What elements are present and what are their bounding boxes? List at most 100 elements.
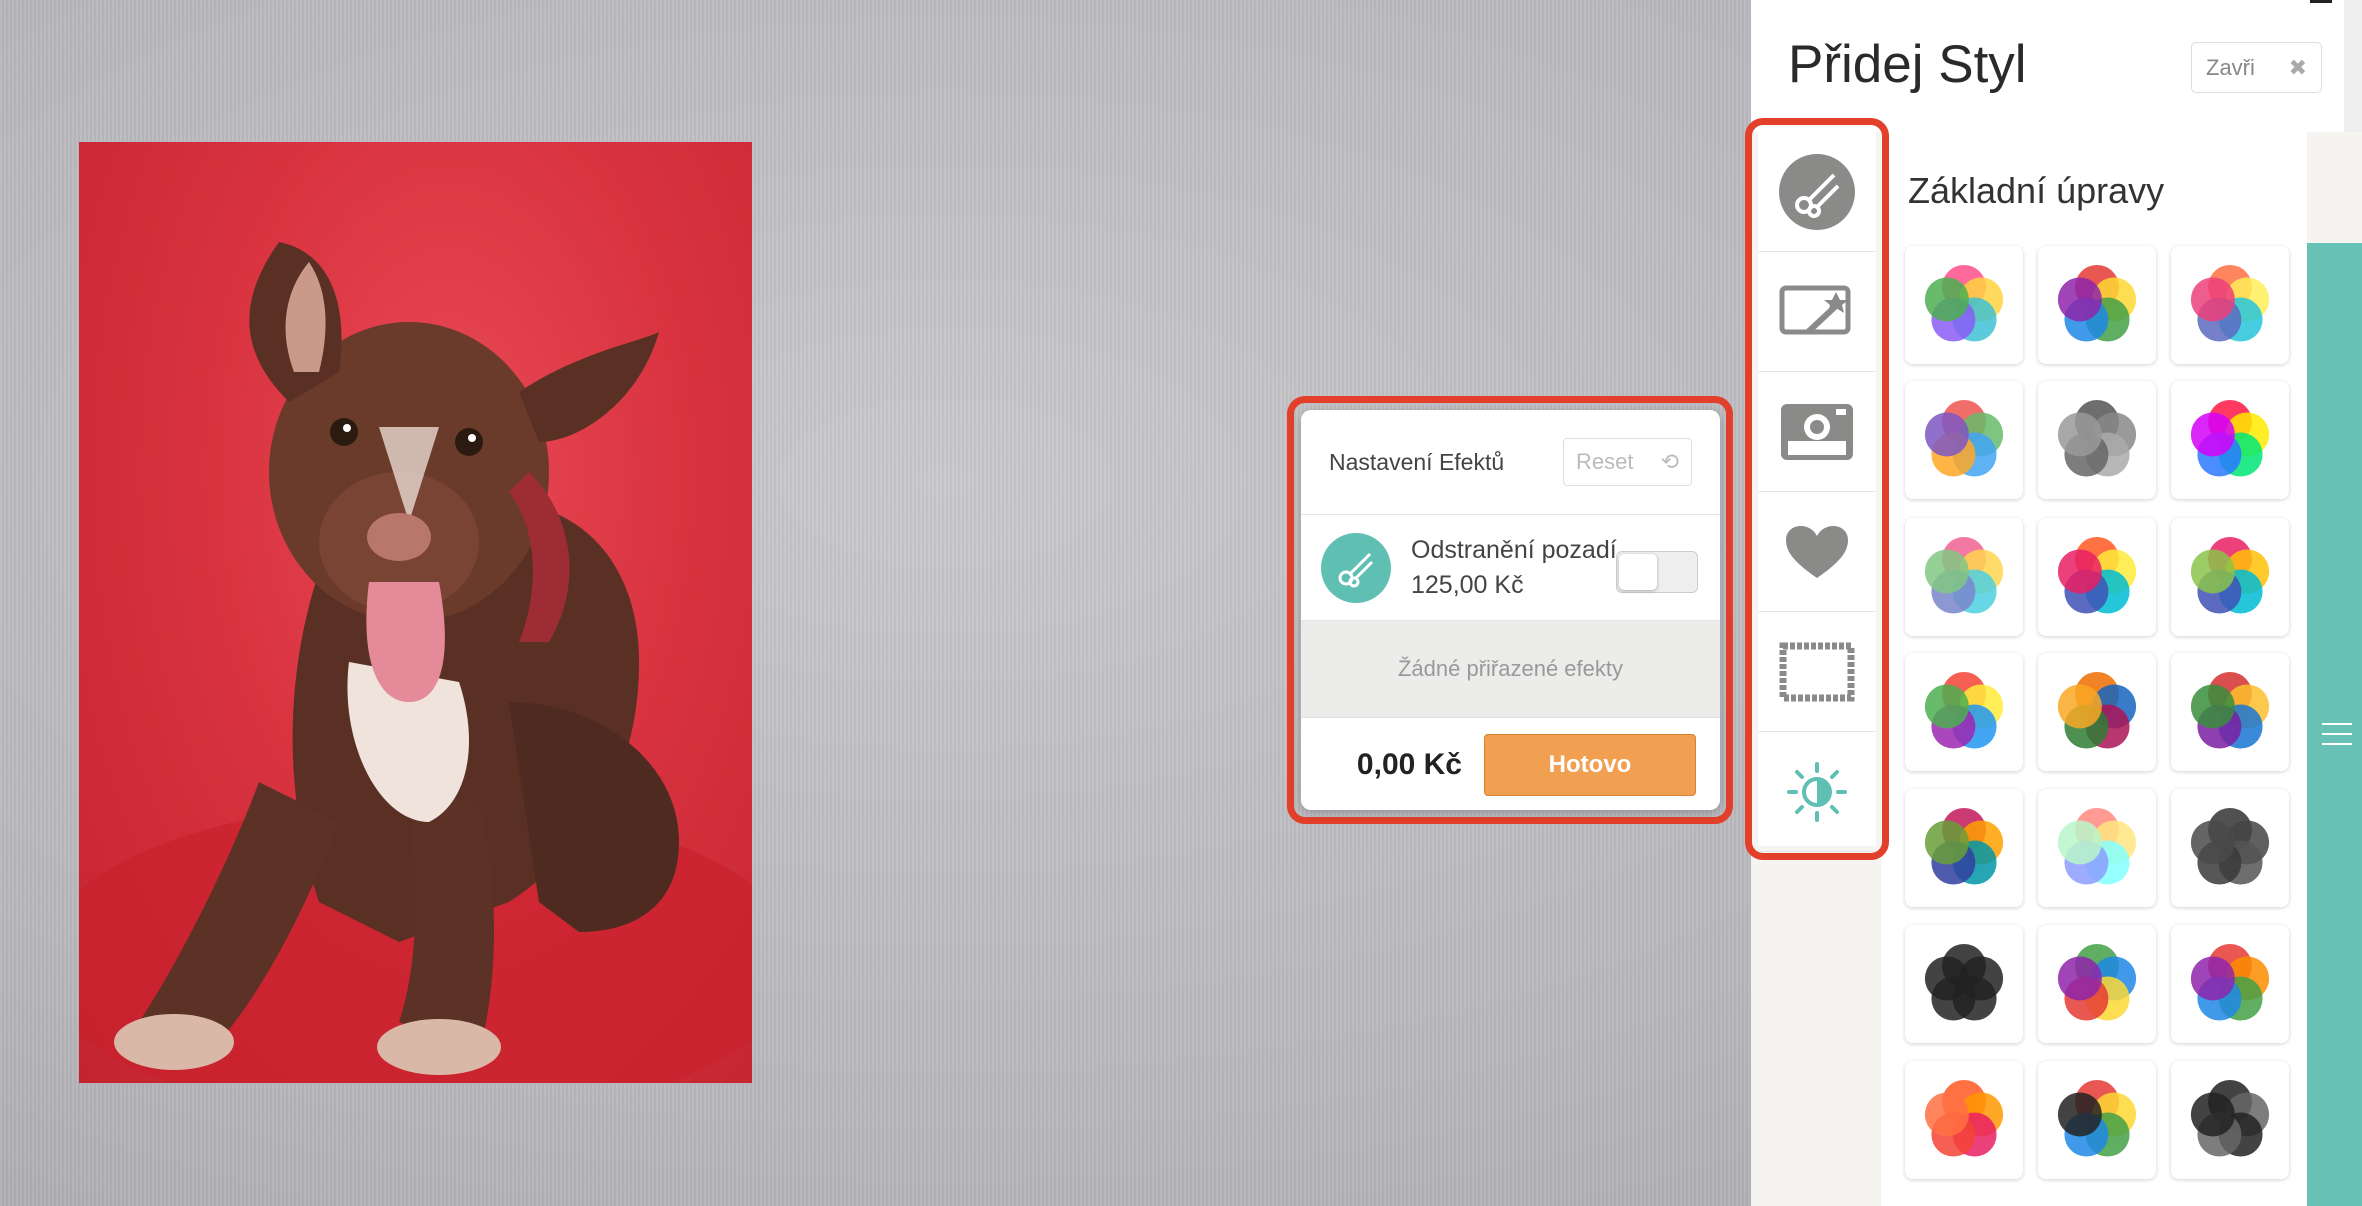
style-tile[interactable] [2171, 925, 2289, 1043]
warm-flower-icon [2057, 537, 2137, 614]
close-button[interactable]: Zavři ✖ [2191, 42, 2322, 93]
menu-icon[interactable] [2322, 723, 2352, 753]
scissors-icon [1779, 153, 1855, 230]
bright-flower-icon [2190, 265, 2270, 342]
line-flower-icon [2190, 1080, 2270, 1157]
style-tile[interactable] [2038, 1061, 2156, 1179]
pixel-flower-icon [2190, 537, 2270, 614]
style-tile[interactable] [2038, 381, 2156, 499]
category-sidebar [1758, 132, 1876, 852]
style-tile[interactable] [1905, 246, 2023, 364]
petal [2057, 412, 2102, 457]
petal [1924, 956, 1969, 1001]
polaroid-camera-icon [1781, 403, 1853, 460]
refresh-icon: ⟲ [1660, 449, 1679, 474]
style-tile[interactable] [2038, 925, 2156, 1043]
style-tile[interactable] [2038, 789, 2156, 907]
no-effects-message: Žádné přiřazené efekty [1301, 621, 1720, 718]
petal [2057, 956, 2102, 1001]
spiral-flower-icon [2190, 944, 2270, 1021]
contrast-sun-icon [1787, 761, 1847, 822]
effects-header: Nastavení Efektů Reset ⟲ [1301, 410, 1720, 515]
effects-settings-panel: Nastavení Efektů Reset ⟲ Odstranění poza… [1301, 410, 1720, 810]
style-tile[interactable] [1905, 653, 2023, 771]
rainbow-flower-icon [1924, 265, 2004, 342]
reset-button[interactable]: Reset ⟲ [1563, 438, 1692, 486]
style-tile[interactable] [2171, 1061, 2289, 1179]
style-tile[interactable] [1905, 381, 2023, 499]
soft-flower-icon [1924, 537, 2004, 614]
dots-flower-icon [1924, 672, 2004, 749]
petal [2190, 820, 2235, 865]
style-tile[interactable] [2038, 518, 2156, 636]
petal [2057, 277, 2102, 322]
petal [1924, 549, 1969, 594]
category-background-removal[interactable] [1758, 132, 1876, 252]
close-label: Zavři [2206, 54, 2255, 80]
done-button[interactable]: Hotovo [1484, 734, 1696, 796]
petal [2057, 549, 2102, 594]
toggle-knob [1619, 554, 1657, 590]
reset-label: Reset [1576, 449, 1634, 474]
section-title: Základní úpravy [1908, 170, 2165, 211]
petal [2057, 820, 2102, 865]
stripes-flower-icon [1924, 808, 2004, 885]
minimize-icon[interactable] [2310, 0, 2332, 3]
style-tile[interactable] [2171, 246, 2289, 364]
swirl-flower-icon [1924, 944, 2004, 1021]
total-price: 0,00 Kč [1356, 748, 1462, 781]
petal [2190, 549, 2235, 594]
grayscale-flower-icon [2057, 400, 2137, 477]
halftone-flower-icon [2057, 1080, 2137, 1157]
petal [2190, 956, 2235, 1001]
style-tile[interactable] [2171, 789, 2289, 907]
petal [2190, 684, 2235, 729]
petal [1924, 277, 1969, 322]
style-tile[interactable] [1905, 1061, 2023, 1179]
stamp-frame-icon [1779, 642, 1855, 701]
close-icon: ✖ [2288, 54, 2307, 80]
effect-name: Odstranění pozadí [1411, 535, 1617, 564]
petal [2057, 684, 2102, 729]
petal [1924, 820, 1969, 865]
effects-footer: 0,00 Kč Hotovo [1301, 718, 1720, 810]
blur-flower-icon [2057, 808, 2137, 885]
style-tile[interactable] [2171, 653, 2289, 771]
style-tile[interactable] [2038, 246, 2156, 364]
category-frames[interactable] [1758, 612, 1876, 732]
petal [2190, 1092, 2235, 1137]
style-tile[interactable] [1905, 789, 2023, 907]
petal [2190, 412, 2235, 457]
scrollbar[interactable] [2344, 0, 2362, 132]
style-tile[interactable] [2171, 381, 2289, 499]
category-favorites[interactable] [1758, 492, 1876, 612]
petal [2190, 277, 2235, 322]
saturated-flower-icon [2190, 400, 2270, 477]
dark-flower-icon [2190, 808, 2270, 885]
dog-image [79, 242, 752, 1083]
mosaic-flower-icon [2057, 672, 2137, 749]
category-magic[interactable] [1758, 252, 1876, 372]
category-basic-adjustments[interactable] [1758, 732, 1876, 852]
petal [2057, 1092, 2102, 1137]
vivid-flower-icon [2057, 265, 2137, 342]
panel-header: Přidej Styl Zavři ✖ [1751, 0, 2362, 132]
photo-canvas[interactable] [79, 142, 752, 1083]
panel-title: Přidej Styl [1788, 35, 2027, 94]
petal [1924, 1092, 1969, 1137]
scissors-icon [1321, 532, 1391, 603]
effect-toggle[interactable] [1616, 551, 1698, 593]
petal [1924, 412, 1969, 457]
effect-text: Odstranění pozadí 125,00 Kč [1411, 533, 1617, 603]
style-tile[interactable] [2038, 653, 2156, 771]
petal [1924, 684, 1969, 729]
kaleidoscope-flower-icon [2057, 944, 2137, 1021]
style-tile[interactable] [2171, 518, 2289, 636]
category-frames-photo[interactable] [1758, 372, 1876, 492]
cool-flower-icon [1924, 400, 2004, 477]
style-tile[interactable] [1905, 925, 2023, 1043]
effects-title: Nastavení Efektů [1329, 448, 1505, 475]
style-tile[interactable] [1905, 518, 2023, 636]
orange-flower-icon [1924, 1080, 2004, 1157]
effect-price: 125,00 Kč [1411, 570, 1524, 599]
